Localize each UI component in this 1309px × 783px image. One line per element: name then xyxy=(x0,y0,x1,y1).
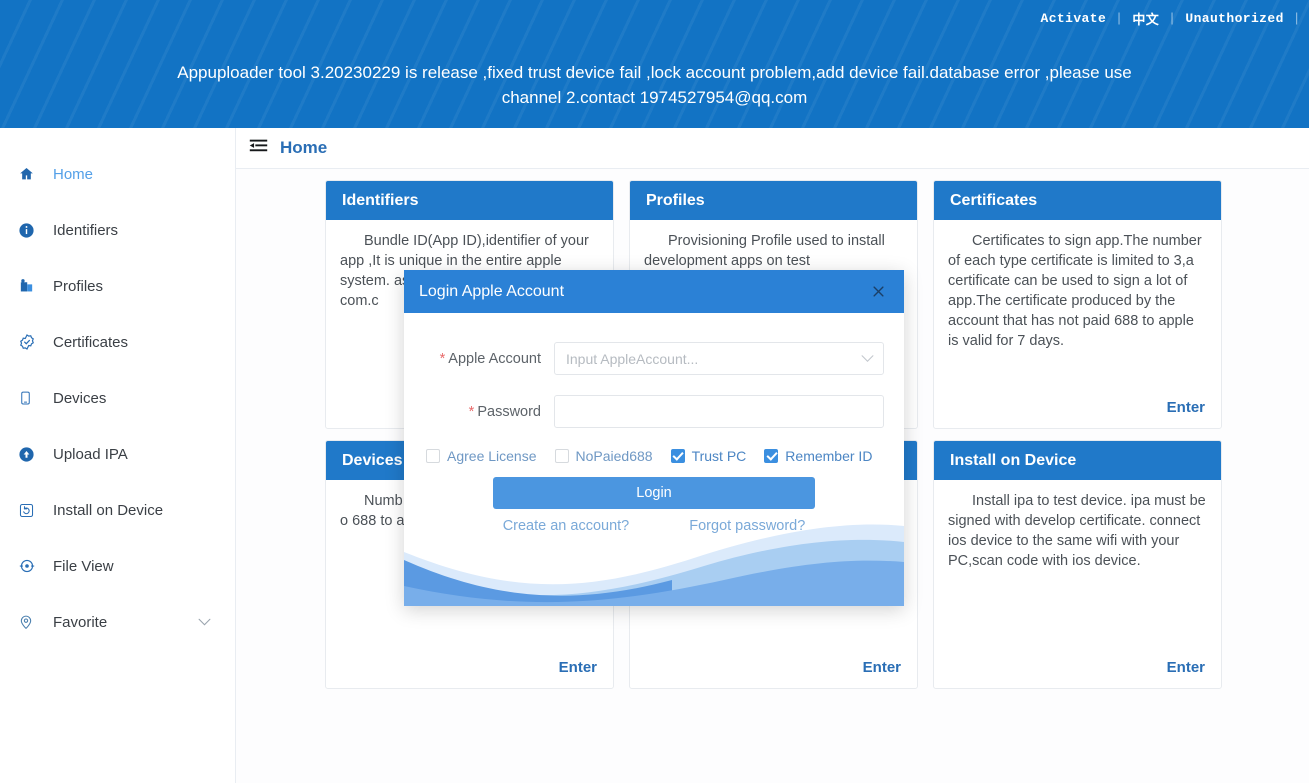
close-icon[interactable] xyxy=(866,280,890,304)
sidebar-item-identifiers[interactable]: Identifiers xyxy=(0,202,235,258)
sidebar-item-identifiers-label: Identifiers xyxy=(53,221,119,239)
apple-account-required-mark: * xyxy=(439,350,446,367)
card-certificates-body: Certificates to sign app.The number of e… xyxy=(948,233,1202,349)
checkbox-nopaied688-label: NoPaied688 xyxy=(575,448,653,464)
sidebar-item-install-on-device[interactable]: Install on Device xyxy=(0,482,235,538)
login-dialog: Login Apple Account *Apple Account *Pass… xyxy=(404,270,904,606)
activate-link[interactable]: Activate xyxy=(1032,11,1116,26)
checkbox-box-icon xyxy=(426,449,440,463)
password-required-mark: * xyxy=(468,403,475,420)
apple-account-control xyxy=(554,342,884,375)
link-separator-3: | xyxy=(1292,11,1301,26)
apple-account-row: * Apple Account xyxy=(404,342,904,375)
sidebar: Home Identifiers Profiles Certificates D… xyxy=(0,128,236,783)
checkbox-agree-license-label: Agree License xyxy=(447,448,537,464)
login-options: Agree License NoPaied688 Trust PC Rememb… xyxy=(404,448,904,464)
forgot-password-link[interactable]: Forgot password? xyxy=(689,518,805,534)
password-label-text: Password xyxy=(477,403,541,420)
location-pin-icon xyxy=(18,611,44,633)
page-title: Home xyxy=(280,138,328,157)
password-input[interactable] xyxy=(554,395,884,428)
card-install-on-device-enter[interactable]: Enter xyxy=(934,659,1221,688)
sidebar-item-file-view-label: File View xyxy=(53,557,114,575)
chevron-down-icon[interactable] xyxy=(198,614,211,631)
checkbox-trust-pc-label: Trust PC xyxy=(691,448,747,464)
certificate-badge-icon xyxy=(18,331,44,353)
checkbox-nopaied688[interactable]: NoPaied688 xyxy=(554,448,653,464)
login-dialog-links: Create an account? Forgot password? xyxy=(404,518,904,534)
profile-icon xyxy=(18,275,44,297)
unauthorized-link[interactable]: Unauthorized xyxy=(1176,11,1292,26)
card-install-on-device-body: Install ipa to test device. ipa must be … xyxy=(948,493,1206,569)
checkbox-remember-id[interactable]: Remember ID xyxy=(764,448,872,464)
card-devices-enter[interactable]: Enter xyxy=(326,659,613,688)
apple-account-label: * Apple Account xyxy=(418,351,554,367)
upload-circle-icon xyxy=(18,443,44,465)
card-profiles-title: Profiles xyxy=(630,181,917,220)
sidebar-item-home[interactable]: Home xyxy=(0,146,235,202)
topbar-links: Activate | 中文 | Unauthorized | xyxy=(1032,9,1301,28)
sidebar-item-file-view[interactable]: File View xyxy=(0,538,235,594)
password-label: * Password xyxy=(418,404,554,420)
card-certificates[interactable]: Certificates Certificates to sign app.Th… xyxy=(933,180,1222,429)
card-install-on-device[interactable]: Install on Device Install ipa to test de… xyxy=(933,440,1222,689)
sidebar-item-home-label: Home xyxy=(53,165,94,183)
menu-fold-icon[interactable] xyxy=(249,138,268,159)
language-link[interactable]: 中文 xyxy=(1123,9,1168,28)
sidebar-item-upload-ipa[interactable]: Upload IPA xyxy=(0,426,235,482)
announcement-text: Appuploader tool 3.20230229 is release ,… xyxy=(177,63,1132,107)
sidebar-item-install-on-device-label: Install on Device xyxy=(53,501,164,519)
sidebar-item-favorite[interactable]: Favorite xyxy=(0,594,235,650)
create-account-link[interactable]: Create an account? xyxy=(503,518,630,534)
install-box-icon xyxy=(18,499,44,521)
sidebar-item-devices[interactable]: Devices xyxy=(0,370,235,426)
apple-account-label-text: Apple Account xyxy=(448,350,541,367)
sidebar-item-certificates-label: Certificates xyxy=(53,333,129,351)
sidebar-item-certificates[interactable]: Certificates xyxy=(0,314,235,370)
card-certificates-title: Certificates xyxy=(934,181,1221,220)
breadcrumb: Home xyxy=(236,128,1309,169)
info-circle-icon xyxy=(18,219,44,241)
login-dialog-body: *Apple Account *Password Agree License xyxy=(404,313,904,534)
checkbox-agree-license[interactable]: Agree License xyxy=(426,448,537,464)
mobile-device-icon xyxy=(18,387,44,409)
checkbox-box-icon xyxy=(554,449,569,463)
login-button[interactable]: Login xyxy=(493,477,815,509)
checkbox-checked-icon xyxy=(670,449,685,463)
password-row: * Password xyxy=(404,395,904,428)
password-control xyxy=(554,395,884,428)
link-separator-2: | xyxy=(1168,11,1177,26)
sidebar-item-devices-label: Devices xyxy=(53,389,107,407)
card-upload-ipa-enter[interactable]: Enter xyxy=(630,659,917,688)
login-dialog-title: Login Apple Account xyxy=(419,282,565,300)
eye-file-icon xyxy=(18,555,44,577)
card-install-on-device-title: Install on Device xyxy=(934,441,1221,480)
sidebar-item-upload-ipa-label: Upload IPA xyxy=(53,445,128,463)
card-certificates-enter[interactable]: Enter xyxy=(934,399,1221,428)
link-separator-1: | xyxy=(1115,11,1124,26)
login-dialog-header: Login Apple Account xyxy=(404,270,904,313)
checkbox-remember-id-label: Remember ID xyxy=(785,448,873,464)
checkbox-checked-icon xyxy=(764,449,779,463)
top-banner: Activate | 中文 | Unauthorized | Appupload… xyxy=(0,0,1309,128)
sidebar-item-favorite-label: Favorite xyxy=(53,613,108,631)
home-icon xyxy=(18,163,44,185)
sidebar-item-profiles[interactable]: Profiles xyxy=(0,258,235,314)
checkbox-trust-pc[interactable]: Trust PC xyxy=(670,448,747,464)
sidebar-item-profiles-label: Profiles xyxy=(53,277,104,295)
card-identifiers-title: Identifiers xyxy=(326,181,613,220)
apple-account-input[interactable] xyxy=(554,342,884,375)
